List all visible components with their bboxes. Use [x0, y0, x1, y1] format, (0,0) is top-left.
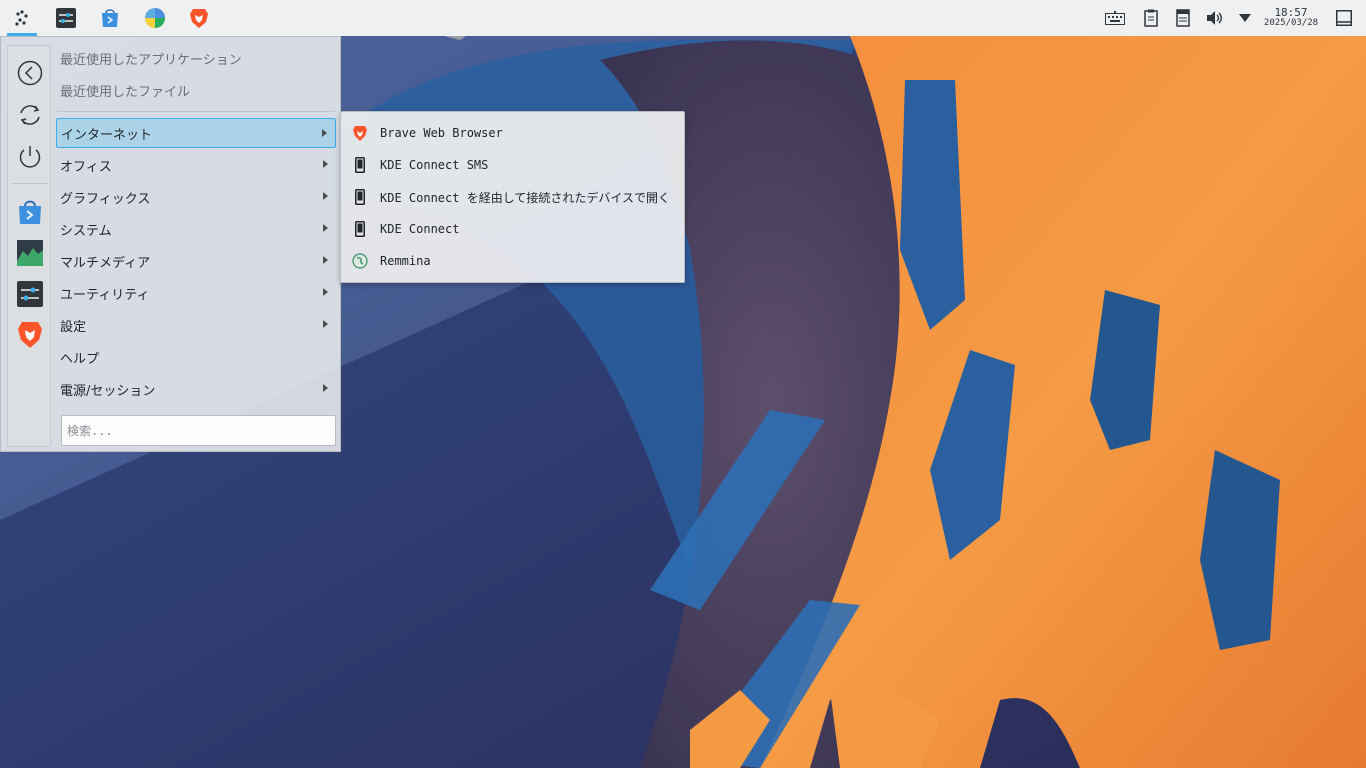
- category-system[interactable]: システム: [56, 214, 336, 244]
- submenu-arrow-icon: [323, 160, 328, 168]
- category-settings[interactable]: 設定: [56, 310, 336, 340]
- brave-lion-icon: [190, 9, 208, 28]
- submenu-item-brave[interactable]: Brave Web Browser: [347, 118, 680, 148]
- notes-icon: [1176, 9, 1190, 27]
- category-label: 電源/セッション: [60, 383, 156, 399]
- top-panel: 18:57 2025/03/28: [0, 0, 1366, 36]
- category-label: ユーティリティ: [60, 287, 150, 303]
- brave-launcher[interactable]: [181, 3, 217, 33]
- submenu-arrow-icon: [323, 384, 328, 392]
- submenu-item-label: KDE Connect を経由して接続されたデバイスで開く: [380, 190, 670, 205]
- submenu-item-label: Brave Web Browser: [380, 126, 503, 140]
- power-button[interactable]: [15, 142, 45, 172]
- phone-icon: [351, 220, 369, 238]
- brave-icon: [18, 322, 42, 348]
- phone-icon: [351, 156, 369, 174]
- submenu-item-kdeconnect[interactable]: KDE Connect: [347, 214, 680, 244]
- submenu-item-kdeconnect-open[interactable]: KDE Connect を経由して接続されたデバイスで開く: [347, 182, 680, 212]
- submenu-item-kdeconnect-sms[interactable]: KDE Connect SMS: [347, 150, 680, 180]
- refresh-icon: [20, 105, 40, 125]
- refresh-button[interactable]: [15, 100, 45, 130]
- system-monitor-icon: [17, 240, 43, 266]
- pie-chart-icon: [145, 8, 165, 28]
- volume-tray[interactable]: [1204, 8, 1226, 28]
- submenu-item-label: Remmina: [380, 254, 431, 268]
- notes-tray[interactable]: [1172, 8, 1194, 28]
- recent-applications-item[interactable]: 最近使用したアプリケーション: [56, 43, 336, 73]
- category-label: オフィス: [60, 159, 112, 175]
- show-desktop-button[interactable]: [1333, 8, 1355, 28]
- submenu-arrow-icon: [323, 320, 328, 328]
- menu-side-strip: [7, 45, 51, 447]
- phone-icon: [351, 188, 369, 206]
- discover-favorite[interactable]: [15, 197, 45, 227]
- menu-divider: [57, 111, 335, 112]
- submenu-arrow-icon: [322, 129, 327, 137]
- category-help[interactable]: ヘルプ: [56, 342, 336, 372]
- remmina-icon: [351, 252, 369, 270]
- category-utilities[interactable]: ユーティリティ: [56, 278, 336, 308]
- brave-favorite[interactable]: [15, 320, 45, 350]
- search-input[interactable]: [61, 415, 336, 446]
- category-internet[interactable]: インターネット: [56, 118, 336, 148]
- submenu-arrow-icon: [323, 288, 328, 296]
- category-office[interactable]: オフィス: [56, 150, 336, 180]
- submenu-arrow-icon: [323, 224, 328, 232]
- clock-time: 18:57: [1274, 6, 1308, 19]
- tray-expand-button[interactable]: [1234, 8, 1256, 28]
- category-label: 設定: [60, 319, 87, 335]
- category-label: ヘルプ: [60, 351, 100, 367]
- recent-files-label: 最近使用したファイル: [60, 84, 191, 100]
- submenu-item-remmina[interactable]: Remmina: [347, 246, 680, 276]
- digital-clock[interactable]: 18:57 2025/03/28: [1262, 7, 1320, 29]
- discover-icon: [19, 200, 41, 224]
- settings-sliders-icon: [56, 8, 76, 28]
- category-multimedia[interactable]: マルチメディア: [56, 246, 336, 276]
- store-bag-icon: [102, 9, 118, 27]
- category-graphics[interactable]: グラフィックス: [56, 182, 336, 212]
- kde-launcher-icon: [15, 10, 28, 26]
- system-monitor-favorite[interactable]: [15, 238, 45, 268]
- power-icon: [19, 146, 41, 168]
- keyboard-layout-tray[interactable]: [1104, 8, 1126, 28]
- category-label: インターネット: [61, 127, 153, 143]
- keyboard-icon: [1105, 11, 1125, 25]
- side-strip-divider: [12, 183, 48, 184]
- back-button[interactable]: [15, 58, 45, 88]
- volume-icon: [1207, 11, 1222, 25]
- category-label: システム: [60, 223, 112, 239]
- recent-applications-label: 最近使用したアプリケーション: [60, 52, 242, 68]
- system-settings-favorite[interactable]: [15, 279, 45, 309]
- system-settings-icon: [17, 281, 43, 307]
- submenu-arrow-icon: [323, 192, 328, 200]
- category-power-session[interactable]: 電源/セッション: [56, 374, 336, 404]
- category-label: グラフィックス: [60, 191, 151, 207]
- application-menu: 最近使用したアプリケーション 最近使用したファイル インターネット オフィス グ…: [0, 36, 341, 452]
- back-icon: [17, 60, 43, 86]
- brave-icon: [351, 124, 369, 142]
- internet-submenu: Brave Web Browser KDE Connect SMS KDE Co…: [340, 111, 685, 283]
- expand-arrow-icon: [1239, 14, 1251, 22]
- application-launcher-button[interactable]: [4, 3, 40, 36]
- submenu-item-label: KDE Connect SMS: [380, 158, 489, 172]
- clipboard-icon: [1144, 9, 1158, 27]
- filelight-launcher[interactable]: [137, 3, 173, 33]
- clock-date: 2025/03/28: [1263, 18, 1319, 28]
- submenu-item-label: KDE Connect: [380, 222, 460, 236]
- category-label: マルチメディア: [60, 255, 151, 271]
- desktop-icon: [1336, 10, 1352, 26]
- submenu-arrow-icon: [323, 256, 328, 264]
- discover-launcher[interactable]: [92, 3, 128, 33]
- clipboard-tray[interactable]: [1140, 8, 1162, 28]
- system-settings-launcher[interactable]: [48, 3, 84, 33]
- recent-files-item[interactable]: 最近使用したファイル: [56, 75, 336, 105]
